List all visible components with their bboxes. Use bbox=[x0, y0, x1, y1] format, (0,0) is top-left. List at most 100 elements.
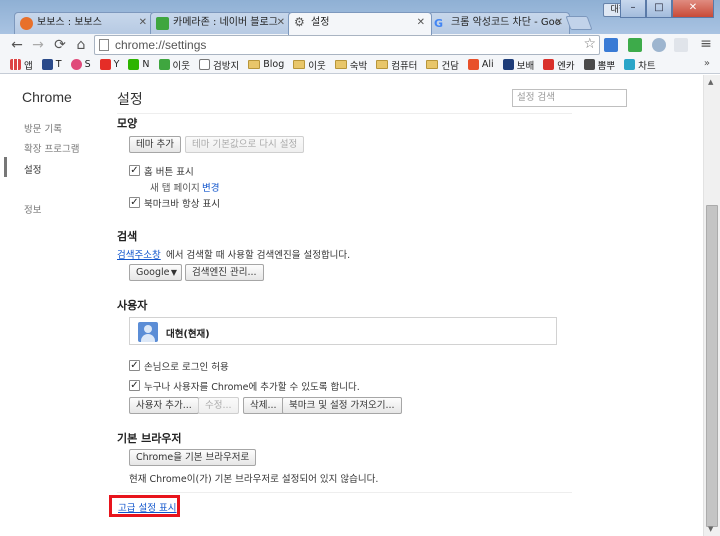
close-button[interactable]: ✕ bbox=[672, 0, 714, 18]
bookmark-item[interactable]: Ali bbox=[467, 59, 494, 70]
search-engine-value: Google bbox=[136, 267, 170, 278]
bookmark-item[interactable]: 보배 bbox=[502, 58, 534, 72]
naver-icon bbox=[128, 59, 140, 70]
default-browser-section-title: 기본 브라우저 bbox=[117, 432, 182, 445]
bookmarks-overflow-icon[interactable]: » bbox=[704, 58, 710, 69]
anyone-add-user-label: 누구나 사용자를 Chrome에 추가할 수 있도록 합니다. bbox=[144, 382, 360, 393]
avatar bbox=[138, 322, 158, 342]
get-themes-button[interactable]: 테마 추가 bbox=[129, 136, 181, 153]
vertical-scrollbar[interactable]: ▲ ▼ bbox=[703, 75, 720, 536]
forward-arrow-icon[interactable]: → bbox=[29, 36, 47, 54]
tab-close-icon[interactable]: ✕ bbox=[277, 13, 285, 33]
heart-icon bbox=[70, 59, 82, 70]
manage-search-engines-button[interactable]: 검색엔진 관리... bbox=[185, 264, 264, 281]
scroll-up-icon[interactable]: ▲ bbox=[708, 78, 713, 86]
bookmark-item[interactable]: 뽐뿌 bbox=[583, 58, 615, 72]
blog-icon bbox=[158, 59, 170, 70]
bookmark-folder[interactable]: Blog bbox=[248, 59, 284, 70]
google-icon: G bbox=[434, 17, 444, 30]
back-arrow-icon[interactable]: ← bbox=[8, 36, 26, 54]
bookmark-folder[interactable]: 건담 bbox=[426, 58, 459, 72]
reload-icon[interactable]: ⟳ bbox=[51, 36, 69, 54]
extension-globe-icon[interactable] bbox=[652, 38, 666, 52]
home-icon[interactable]: ⌂ bbox=[72, 36, 90, 54]
guest-browsing-label: 손님으로 로그인 허용 bbox=[144, 362, 229, 373]
folder-icon bbox=[248, 60, 261, 69]
add-user-button[interactable]: 사용자 추가... bbox=[129, 397, 199, 414]
bookmarks-bar: 앱 T S Y N 이웃 검방지 Blog 이웃 숙박 컴퓨터 건담 Ali 보… bbox=[0, 56, 720, 74]
ppomppu-icon bbox=[583, 59, 595, 70]
bottom-divider bbox=[117, 492, 572, 493]
sidebar-item-extensions[interactable]: 확장 프로그램 bbox=[24, 141, 79, 155]
tab-bobos[interactable]: 보보스 : 보보스 ✕ bbox=[14, 12, 154, 34]
tab-title: 크롬 악성코드 차단 - Goo bbox=[451, 17, 561, 28]
chart-icon bbox=[624, 59, 636, 70]
minimize-button[interactable]: – bbox=[620, 0, 646, 18]
bookmark-item[interactable]: N bbox=[128, 59, 150, 70]
show-home-label: 홈 버튼 표시 bbox=[144, 167, 194, 178]
show-home-checkbox[interactable]: ✓ bbox=[129, 165, 140, 176]
menu-icon[interactable]: ≡ bbox=[697, 35, 715, 53]
remove-user-button[interactable]: 삭제... bbox=[243, 397, 284, 414]
bookmark-item[interactable]: 엔카 bbox=[543, 58, 575, 72]
make-default-browser-button[interactable]: Chrome을 기본 브라우저로 bbox=[129, 449, 257, 466]
reset-theme-button[interactable]: 테마 기본값으로 다시 설정 bbox=[185, 136, 305, 153]
scrollbar-thumb[interactable] bbox=[706, 205, 718, 527]
edit-user-button[interactable]: 수정... bbox=[198, 397, 239, 414]
tab-close-icon[interactable]: ✕ bbox=[555, 13, 563, 33]
aliexpress-icon bbox=[467, 59, 479, 70]
bookmark-folder[interactable]: 이웃 bbox=[293, 58, 326, 72]
page-icon bbox=[199, 59, 210, 70]
tab-close-icon[interactable]: ✕ bbox=[417, 13, 425, 33]
tab-camerazone[interactable]: 카메라존 : 네이버 블로그 ✕ bbox=[150, 12, 292, 34]
tab-google-search[interactable]: G 크롬 악성코드 차단 - Goo ✕ bbox=[428, 12, 570, 34]
settings-page: Chrome 방문 기록 확장 프로그램 설정 정보 설정 설정 검색 모양 테… bbox=[0, 75, 703, 536]
url-text: chrome://settings bbox=[115, 38, 207, 52]
sidebar-selected-indicator bbox=[4, 157, 7, 177]
show-bookmarks-bar-label: 북마크바 항상 표시 bbox=[144, 199, 220, 210]
star-icon[interactable]: ☆ bbox=[583, 36, 596, 53]
bookmark-folder[interactable]: 컴퓨터 bbox=[376, 58, 417, 72]
bookmark-favicon-icon bbox=[41, 59, 53, 70]
bookmark-item[interactable]: 이웃 bbox=[158, 58, 190, 72]
omnibox-link[interactable]: 검색주소창 bbox=[117, 247, 161, 261]
extension-green-icon[interactable] bbox=[628, 38, 642, 52]
youtube-icon bbox=[99, 59, 111, 70]
current-user-name[interactable]: 대현(현재) bbox=[166, 326, 210, 340]
search-section-title: 검색 bbox=[117, 230, 138, 243]
bookmark-item[interactable]: 검방지 bbox=[199, 58, 239, 72]
show-bookmarks-bar-checkbox[interactable]: ✓ bbox=[129, 197, 140, 208]
gear-icon: ⚙ bbox=[294, 15, 305, 29]
extension-list-icon[interactable] bbox=[674, 38, 688, 52]
show-advanced-settings-link[interactable]: 고급 설정 표시 bbox=[118, 500, 176, 514]
address-bar[interactable]: chrome://settings ☆ bbox=[94, 35, 600, 55]
tab-close-icon[interactable]: ✕ bbox=[139, 13, 147, 33]
import-bookmarks-button[interactable]: 북마크 및 설정 가져오기... bbox=[282, 397, 402, 414]
page-icon bbox=[99, 39, 109, 51]
sidebar-item-settings[interactable]: 설정 bbox=[24, 162, 41, 176]
encar-icon bbox=[543, 59, 555, 70]
bookmark-item[interactable]: T bbox=[41, 59, 62, 70]
guest-browsing-checkbox[interactable]: ✓ bbox=[129, 360, 140, 371]
bookmark-item[interactable]: S bbox=[70, 59, 91, 70]
extension-check-icon[interactable] bbox=[604, 38, 618, 52]
sidebar-item-about[interactable]: 정보 bbox=[24, 202, 41, 216]
avatar-head-icon bbox=[144, 325, 152, 333]
search-engine-select[interactable]: Google ▼ bbox=[129, 264, 182, 281]
bookmark-folder[interactable]: 숙박 bbox=[334, 58, 367, 72]
maximize-button[interactable]: □ bbox=[646, 0, 672, 18]
tab-favicon-icon bbox=[20, 17, 33, 30]
new-tab-button[interactable] bbox=[565, 16, 593, 30]
anyone-add-user-checkbox[interactable]: ✓ bbox=[129, 380, 140, 391]
tab-title: 설정 bbox=[311, 17, 330, 28]
settings-search-input[interactable]: 설정 검색 bbox=[512, 89, 627, 107]
tab-settings[interactable]: ⚙ 설정 ✕ bbox=[288, 12, 432, 35]
bookmark-item[interactable]: 차트 bbox=[624, 58, 656, 72]
change-home-link[interactable]: 변경 bbox=[202, 180, 219, 194]
show-advanced-highlight: 고급 설정 표시 bbox=[109, 495, 180, 517]
bookmark-apps[interactable]: 앱 bbox=[10, 58, 33, 72]
appearance-section-title: 모양 bbox=[117, 117, 138, 130]
scroll-down-icon[interactable]: ▼ bbox=[708, 525, 713, 533]
sidebar-item-history[interactable]: 방문 기록 bbox=[24, 121, 62, 135]
bookmark-item[interactable]: Y bbox=[99, 59, 119, 70]
